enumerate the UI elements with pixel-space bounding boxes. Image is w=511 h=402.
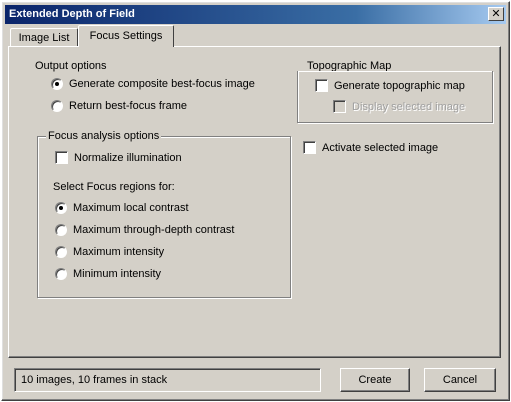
- radio-max-local-contrast[interactable]: Maximum local contrast: [55, 202, 189, 214]
- focus-analysis-group-label: Focus analysis options: [46, 130, 162, 142]
- checkbox-activate-selected-image-label: Activate selected image: [322, 141, 439, 154]
- create-button[interactable]: Create: [340, 368, 410, 392]
- close-icon: ✕: [491, 8, 501, 20]
- radio-return-best-focus[interactable]: Return best-focus frame: [51, 100, 187, 112]
- cancel-button[interactable]: Cancel: [424, 368, 496, 392]
- checkbox-display-selected-image-control: [333, 100, 346, 113]
- radio-min-intensity[interactable]: Minimum intensity: [55, 268, 161, 280]
- focus-settings-panel: Output options Generate composite best-f…: [8, 46, 501, 358]
- checkbox-generate-topographic-map[interactable]: Generate topographic map: [315, 79, 465, 92]
- radio-return-best-focus-label: Return best-focus frame: [69, 100, 187, 112]
- status-bar: 10 images, 10 frames in stack: [14, 368, 321, 392]
- status-text: 10 images, 10 frames in stack: [21, 374, 168, 386]
- radio-min-intensity-label: Minimum intensity: [73, 268, 162, 280]
- radio-generate-composite-control[interactable]: [51, 78, 63, 90]
- checkbox-generate-topographic-map-control[interactable]: [315, 79, 328, 92]
- window-title: Extended Depth of Field: [9, 8, 135, 20]
- checkbox-display-selected-image-label: Display selected image: [352, 100, 466, 113]
- radio-max-intensity[interactable]: Maximum intensity: [55, 246, 164, 258]
- title-bar: Extended Depth of Field ✕: [5, 5, 506, 24]
- checkbox-activate-selected-image[interactable]: Activate selected image: [303, 141, 438, 154]
- checkbox-normalize-illumination-control[interactable]: [55, 151, 68, 164]
- checkbox-normalize-illumination[interactable]: Normalize illumination: [55, 151, 182, 164]
- radio-min-intensity-control[interactable]: [55, 268, 67, 280]
- radio-max-through-depth-contrast[interactable]: Maximum through-depth contrast: [55, 224, 234, 236]
- radio-generate-composite-label: Generate composite best-focus image: [69, 78, 255, 90]
- tab-image-list[interactable]: Image List: [10, 28, 78, 46]
- radio-generate-composite[interactable]: Generate composite best-focus image: [51, 78, 255, 90]
- tab-image-list-label: Image List: [18, 32, 70, 44]
- tab-focus-settings[interactable]: Focus Settings: [78, 25, 174, 47]
- radio-max-through-depth-contrast-control[interactable]: [55, 224, 67, 236]
- tab-focus-settings-label: Focus Settings: [89, 30, 163, 42]
- select-focus-regions-label: Select Focus regions for:: [53, 181, 175, 193]
- close-button[interactable]: ✕: [488, 7, 504, 21]
- checkbox-normalize-illumination-label: Normalize illumination: [74, 151, 182, 164]
- radio-max-intensity-label: Maximum intensity: [73, 246, 165, 258]
- radio-return-best-focus-control[interactable]: [51, 100, 63, 112]
- checkbox-activate-selected-image-control[interactable]: [303, 141, 316, 154]
- output-options-label: Output options: [35, 60, 107, 72]
- radio-max-through-depth-contrast-label: Maximum through-depth contrast: [73, 224, 235, 236]
- radio-max-intensity-control[interactable]: [55, 246, 67, 258]
- checkbox-display-selected-image: Display selected image: [333, 100, 465, 113]
- radio-max-local-contrast-control[interactable]: [55, 202, 67, 214]
- radio-max-local-contrast-label: Maximum local contrast: [73, 202, 189, 214]
- checkbox-generate-topographic-map-label: Generate topographic map: [334, 79, 465, 92]
